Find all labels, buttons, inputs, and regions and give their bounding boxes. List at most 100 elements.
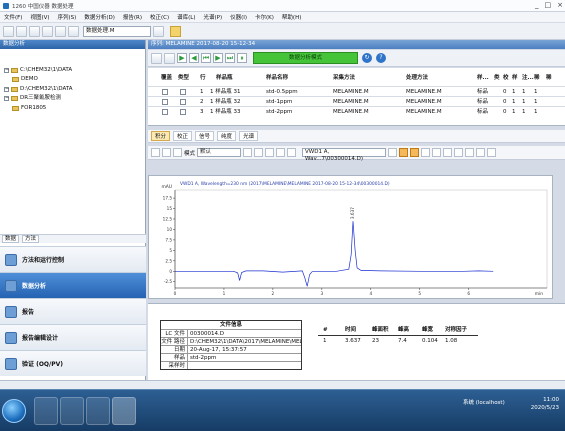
new-icon[interactable] bbox=[3, 25, 14, 37]
overlay-icon[interactable] bbox=[173, 148, 182, 157]
column-header[interactable]: 类 bbox=[494, 73, 500, 83]
table-cell[interactable]: 1 bbox=[512, 107, 516, 117]
method-open-icon[interactable] bbox=[153, 25, 164, 37]
clock[interactable]: 11:00 2020/5/23 bbox=[531, 396, 559, 412]
method-icon[interactable] bbox=[68, 25, 79, 37]
chromatogram-chart[interactable]: VWD1 A, Wavelength=230 nm (2017\MELAMINE… bbox=[149, 176, 554, 300]
row-checkbox[interactable] bbox=[180, 107, 186, 117]
method-combo[interactable]: 数据处理.M bbox=[83, 25, 151, 37]
column-header[interactable]: 样... bbox=[477, 73, 489, 83]
alert-icon[interactable] bbox=[170, 25, 181, 37]
table-cell[interactable]: 1 bbox=[522, 107, 526, 117]
tangent-icon[interactable] bbox=[443, 148, 453, 157]
explorer-icon[interactable] bbox=[34, 397, 58, 425]
sequence-tab[interactable]: 序列: MELAMINE 2017-08-20 15-12-34 bbox=[148, 40, 565, 49]
stats-icon[interactable] bbox=[487, 148, 497, 157]
table-cell[interactable]: MELAMINE.M bbox=[406, 107, 442, 117]
tree-expander-icon[interactable]: − bbox=[4, 86, 9, 92]
integrate-icon[interactable] bbox=[388, 148, 398, 157]
table-cell[interactable]: 标品 bbox=[477, 107, 488, 117]
table-cell[interactable]: std-2ppm bbox=[266, 107, 292, 117]
signal-combo[interactable]: VWD1 A, Wav...7\00300014.D) bbox=[302, 148, 387, 162]
skip-last-icon[interactable]: ⏭ bbox=[225, 53, 235, 63]
nav-item[interactable]: 方法和运行控制 bbox=[0, 246, 146, 272]
table-icon[interactable] bbox=[164, 52, 175, 64]
settings-icon[interactable] bbox=[276, 148, 286, 157]
column-header[interactable]: 类型 bbox=[178, 73, 189, 83]
column-header[interactable]: 处理方法 bbox=[406, 73, 428, 83]
auto-integrate-icon[interactable] bbox=[399, 148, 409, 157]
zoom-icon[interactable] bbox=[162, 148, 171, 157]
menu-item-7[interactable]: 光谱(P) bbox=[203, 13, 222, 21]
column-header[interactable]: 行 bbox=[200, 73, 206, 83]
nav-item[interactable]: 验证 (OQ/PV) bbox=[0, 350, 146, 376]
sequence-icon[interactable] bbox=[151, 52, 162, 64]
pause-icon[interactable]: ⏸ bbox=[237, 53, 247, 63]
row-checkbox[interactable] bbox=[162, 107, 168, 117]
folder-icon[interactable] bbox=[42, 25, 53, 37]
delete-peak-icon[interactable] bbox=[465, 148, 475, 157]
column-header[interactable]: 样品名称 bbox=[266, 73, 288, 83]
chemstation-icon[interactable] bbox=[86, 397, 110, 425]
nav-item[interactable]: 报告编辑设计 bbox=[0, 324, 146, 350]
column-header[interactable]: 覆盖 bbox=[161, 73, 172, 83]
menu-item-1[interactable]: 视图(V) bbox=[30, 13, 49, 21]
manual-icon[interactable] bbox=[454, 148, 464, 157]
menu-item-4[interactable]: 报告(R) bbox=[123, 13, 142, 21]
column-header[interactable]: 样品瓶 bbox=[216, 73, 233, 83]
column-header[interactable]: 稀 bbox=[534, 73, 540, 83]
print-icon[interactable] bbox=[55, 25, 66, 37]
tree-item[interactable]: DEMO bbox=[12, 75, 38, 83]
subtab[interactable]: 校正 bbox=[173, 131, 193, 141]
tree-item[interactable]: FOR1805 bbox=[12, 104, 46, 112]
folder-task-icon[interactable] bbox=[60, 397, 84, 425]
play-first-icon[interactable]: ▶ bbox=[177, 53, 187, 63]
undo-icon[interactable] bbox=[476, 148, 486, 157]
cursor-icon[interactable] bbox=[151, 148, 160, 157]
close-button[interactable]: × bbox=[557, 1, 563, 9]
tree-item[interactable]: − D:\CHEM32\1\DATA bbox=[4, 85, 73, 93]
play-icon[interactable]: ▶ bbox=[213, 53, 223, 63]
column-header[interactable]: 样 bbox=[512, 73, 518, 83]
peak-icon[interactable] bbox=[410, 148, 420, 157]
previous-icon[interactable]: ◀ bbox=[189, 53, 199, 63]
minimize-button[interactable]: _ bbox=[535, 1, 539, 9]
tree-expander-icon[interactable]: − bbox=[4, 95, 9, 101]
table-cell[interactable]: 3 bbox=[200, 107, 204, 117]
column-header[interactable]: 稀 bbox=[546, 73, 552, 83]
tree-item[interactable]: − DR三聚氰胺检测 bbox=[4, 94, 61, 102]
nav-item[interactable]: 数据分析 bbox=[0, 272, 146, 298]
baseline-icon[interactable] bbox=[421, 148, 431, 157]
skip-first-icon[interactable]: ⏮ bbox=[201, 53, 211, 63]
table-cell[interactable]: MELAMINE.M bbox=[333, 107, 369, 117]
list-icon[interactable] bbox=[287, 148, 297, 157]
open-icon[interactable] bbox=[16, 25, 27, 37]
column-header[interactable]: 采集方法 bbox=[333, 73, 355, 83]
maximize-button[interactable]: □ bbox=[545, 1, 552, 9]
mode-combo[interactable]: 默认 bbox=[197, 148, 242, 157]
table-cell[interactable]: 1 样品瓶 33 bbox=[210, 107, 241, 117]
column-header[interactable]: 校 bbox=[503, 73, 509, 83]
tab-method[interactable]: 方法 bbox=[22, 235, 40, 243]
menu-item-3[interactable]: 数据分析(D) bbox=[84, 13, 115, 21]
subtab[interactable]: 积分 bbox=[151, 131, 171, 141]
column-header[interactable]: 注... bbox=[522, 73, 534, 83]
menu-item-5[interactable]: 校正(C) bbox=[150, 13, 169, 21]
subtab[interactable]: 光谱 bbox=[239, 131, 259, 141]
table-cell[interactable]: 1 bbox=[534, 107, 538, 117]
copy-icon[interactable] bbox=[254, 148, 264, 157]
subtab[interactable]: 纯度 bbox=[217, 131, 237, 141]
table-cell[interactable]: 0 bbox=[503, 107, 507, 117]
help-icon[interactable]: ? bbox=[376, 53, 386, 63]
menu-item-2[interactable]: 序列(S) bbox=[58, 13, 77, 21]
tree-item[interactable]: − C:\CHEM32\1\DATA bbox=[4, 66, 72, 74]
tab-data[interactable]: 数据 bbox=[2, 235, 20, 243]
menu-item-6[interactable]: 谱库(L) bbox=[177, 13, 195, 21]
menu-item-0[interactable]: 文件(F) bbox=[4, 13, 22, 21]
nav-item[interactable]: 报告 bbox=[0, 298, 146, 324]
split-icon[interactable] bbox=[432, 148, 442, 157]
refresh-icon[interactable]: ↻ bbox=[362, 53, 372, 63]
export-icon[interactable] bbox=[265, 148, 275, 157]
menu-item-10[interactable]: 帮助(H) bbox=[282, 13, 301, 21]
start-button[interactable] bbox=[2, 399, 26, 423]
